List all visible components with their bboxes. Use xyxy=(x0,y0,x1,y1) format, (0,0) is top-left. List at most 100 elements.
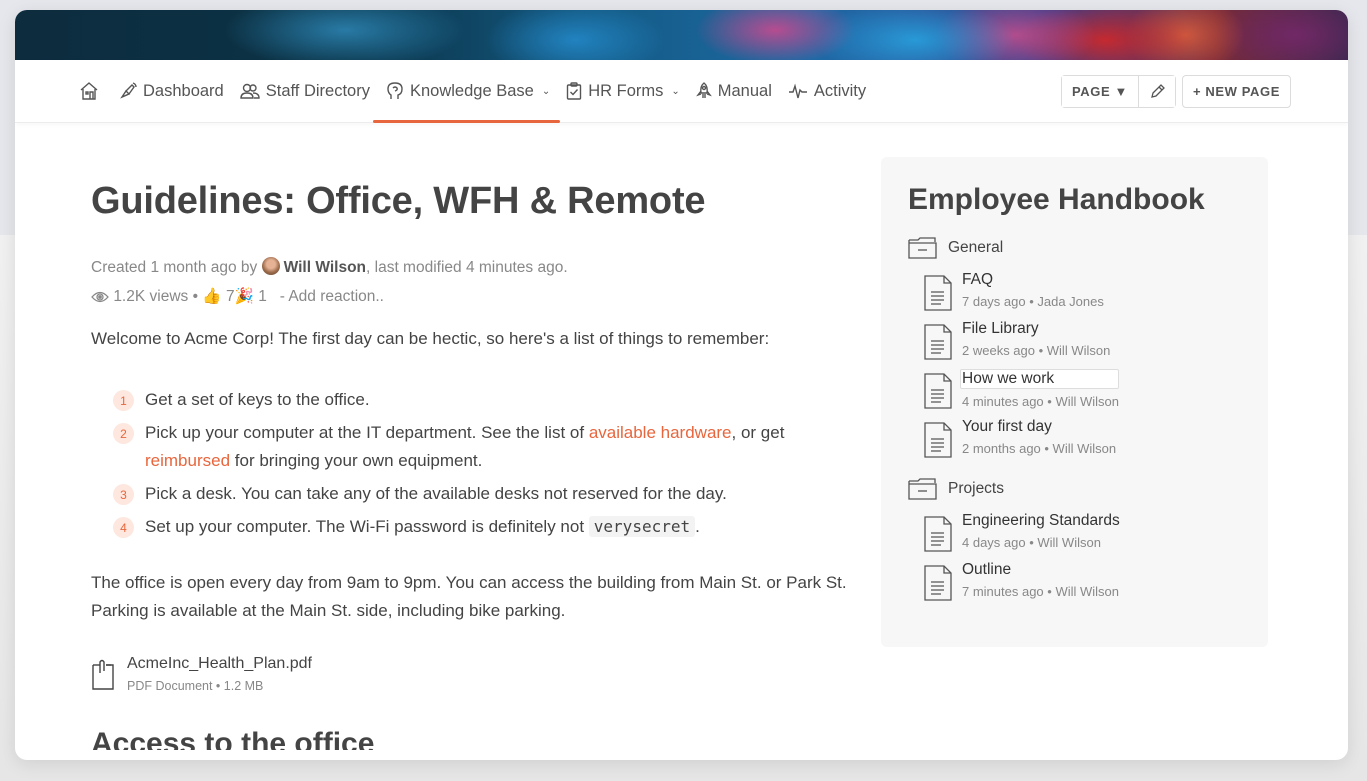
doc-item[interactable]: How we work 4 minutes ago • Will Wilson xyxy=(924,369,1241,409)
doc-meta: 2 weeks ago • Will Wilson xyxy=(962,343,1111,358)
new-page-button[interactable]: + NEW PAGE xyxy=(1181,75,1291,108)
list-item: 2 Pick up your computer at the IT depart… xyxy=(113,419,851,475)
doc-item[interactable]: File Library 2 weeks ago • Will Wilson xyxy=(924,320,1241,360)
doc-item[interactable]: Your first day 2 months ago • Will Wilson xyxy=(924,418,1241,458)
wifi-password-code: verysecret xyxy=(588,516,696,537)
step-text-part: , or get xyxy=(731,423,785,442)
main-navbar: Dashboard Staff Directory Knowledge Base… xyxy=(15,60,1348,123)
nav-staff-directory[interactable]: Staff Directory xyxy=(240,60,370,123)
reactions-line: 1.2K views • 👍 7🎉 1 - Add reaction.. xyxy=(91,282,851,311)
pencil-icon xyxy=(1151,83,1165,98)
folder-projects[interactable]: Projects xyxy=(908,478,1241,500)
folder-name: General xyxy=(948,239,1004,256)
doc-meta: 4 minutes ago • Will Wilson xyxy=(962,394,1119,409)
document-icon xyxy=(924,422,952,458)
nav-activity[interactable]: Activity xyxy=(788,60,866,123)
header-banner-image xyxy=(15,10,1348,60)
nav-label: Dashboard xyxy=(143,81,224,100)
doc-title: Your first day xyxy=(962,418,1052,435)
doc-title: Engineering Standards xyxy=(962,512,1120,529)
article: Guidelines: Office, WFH & Remote Created… xyxy=(91,180,851,750)
document-icon xyxy=(924,516,952,552)
available-hardware-link[interactable]: available hardware xyxy=(589,423,732,442)
doc-meta: 7 minutes ago • Will Wilson xyxy=(962,584,1119,599)
pulse-icon xyxy=(788,83,807,99)
doc-item[interactable]: Engineering Standards 4 days ago • Will W… xyxy=(924,512,1241,552)
page-title: Guidelines: Office, WFH & Remote xyxy=(91,180,706,222)
step-text: Get a set of keys to the office. xyxy=(145,390,370,409)
step-number: 3 xyxy=(113,484,134,505)
thumbs-up-icon[interactable]: 👍 xyxy=(202,288,221,305)
folder-icon xyxy=(908,478,937,500)
list-item: 1 Get a set of keys to the office. xyxy=(113,386,851,414)
article-meta: Created 1 month ago by Will Wilson, last… xyxy=(91,253,851,311)
doc-item[interactable]: Outline 7 minutes ago • Will Wilson xyxy=(924,561,1241,601)
page-menu-button[interactable]: PAGE ▼ xyxy=(1062,76,1138,107)
step-text-part: Set up your computer. The Wi-Fi password… xyxy=(145,517,585,536)
chevron-down-icon: ⌄ xyxy=(541,85,551,97)
attachment-file[interactable]: AcmeInc_Health_Plan.pdf PDF Document • 1… xyxy=(91,655,851,693)
attachment-info: AcmeInc_Health_Plan.pdf PDF Document • 1… xyxy=(127,655,312,693)
views-count: 1.2K views • xyxy=(113,288,198,305)
step-number: 4 xyxy=(113,517,134,538)
list-item: 4 Set up your computer. The Wi-Fi passwo… xyxy=(113,513,851,541)
home-icon xyxy=(80,82,98,100)
office-hours-paragraph: The office is open every day from 9am to… xyxy=(91,573,847,620)
intro-paragraph: Welcome to Acme Corp! The first day can … xyxy=(91,329,770,348)
party-icon[interactable]: 🎉 xyxy=(235,288,254,305)
document-icon xyxy=(924,565,952,601)
folder-name: Projects xyxy=(948,480,1004,497)
doc-meta: 2 months ago • Will Wilson xyxy=(962,441,1117,456)
avatar xyxy=(261,257,280,275)
step-text-part: Pick up your computer at the IT departme… xyxy=(145,423,585,442)
document-icon xyxy=(924,324,952,360)
nav-label: Knowledge Base xyxy=(409,81,534,100)
folder-general[interactable]: General xyxy=(908,237,1241,259)
step-text: Pick up your computer at the IT departme… xyxy=(145,419,784,475)
created-prefix: Created 1 month ago by xyxy=(91,259,258,276)
nav-label: HR Forms xyxy=(588,81,664,100)
nav-home[interactable] xyxy=(79,60,99,123)
document-icon xyxy=(924,373,952,409)
attachment-name[interactable]: AcmeInc_Health_Plan.pdf xyxy=(127,655,312,673)
step-text-part: for bringing your own equipment. xyxy=(234,451,483,470)
step-number: 2 xyxy=(113,423,134,444)
attachment-meta: PDF Document • 1.2 MB xyxy=(127,679,264,693)
megaphone-icon xyxy=(120,82,137,99)
section-heading: Access to the office xyxy=(91,727,375,750)
step-text: Set up your computer. The Wi-Fi password… xyxy=(145,513,700,541)
sidebar-title: Employee Handbook xyxy=(908,183,1205,216)
nav-manual[interactable]: Manual xyxy=(695,60,772,123)
reimbursed-link[interactable]: reimbursed xyxy=(145,451,230,470)
attachment-icon xyxy=(92,659,114,690)
clipboard-icon xyxy=(567,82,582,100)
modified-text: , last modified 4 minutes ago. xyxy=(366,259,568,276)
folder-icon xyxy=(908,237,937,259)
employee-handbook-panel: Employee Handbook General FAQ 7 days ago … xyxy=(881,157,1268,647)
nav-dashboard[interactable]: Dashboard xyxy=(119,60,224,123)
party-count: 1 xyxy=(258,288,267,305)
page-button-group: PAGE ▼ xyxy=(1061,75,1176,108)
doc-meta: 4 days ago • Will Wilson xyxy=(962,535,1101,550)
doc-title: FAQ xyxy=(962,271,994,288)
document-icon xyxy=(924,275,952,311)
step-text: Pick a desk. You can take any of the ava… xyxy=(145,484,727,503)
nav-hr-forms[interactable]: HR Forms ⌄ xyxy=(566,60,680,123)
nav-label: Activity xyxy=(813,81,867,100)
nav-label: Staff Directory xyxy=(265,81,370,100)
chevron-down-icon: ⌄ xyxy=(671,85,680,97)
nav-knowledge-base[interactable]: Knowledge Base ⌄ xyxy=(372,60,561,123)
add-reaction-link[interactable]: - Add reaction.. xyxy=(280,288,384,305)
nav-label: Manual xyxy=(717,81,772,100)
list-item: 3 Pick a desk. You can take any of the a… xyxy=(113,480,851,508)
thumbs-up-count: 7 xyxy=(225,288,235,305)
step-text-part: . xyxy=(695,517,700,536)
doc-title: How we work xyxy=(960,369,1119,389)
step-number: 1 xyxy=(113,390,134,411)
head-icon xyxy=(387,82,403,99)
doc-item[interactable]: FAQ 7 days ago • Jada Jones xyxy=(924,271,1241,311)
edit-page-button[interactable] xyxy=(1137,76,1175,107)
rocket-icon xyxy=(695,82,712,98)
author-link[interactable]: Will Wilson xyxy=(284,259,366,276)
doc-title: Outline xyxy=(962,561,1012,578)
